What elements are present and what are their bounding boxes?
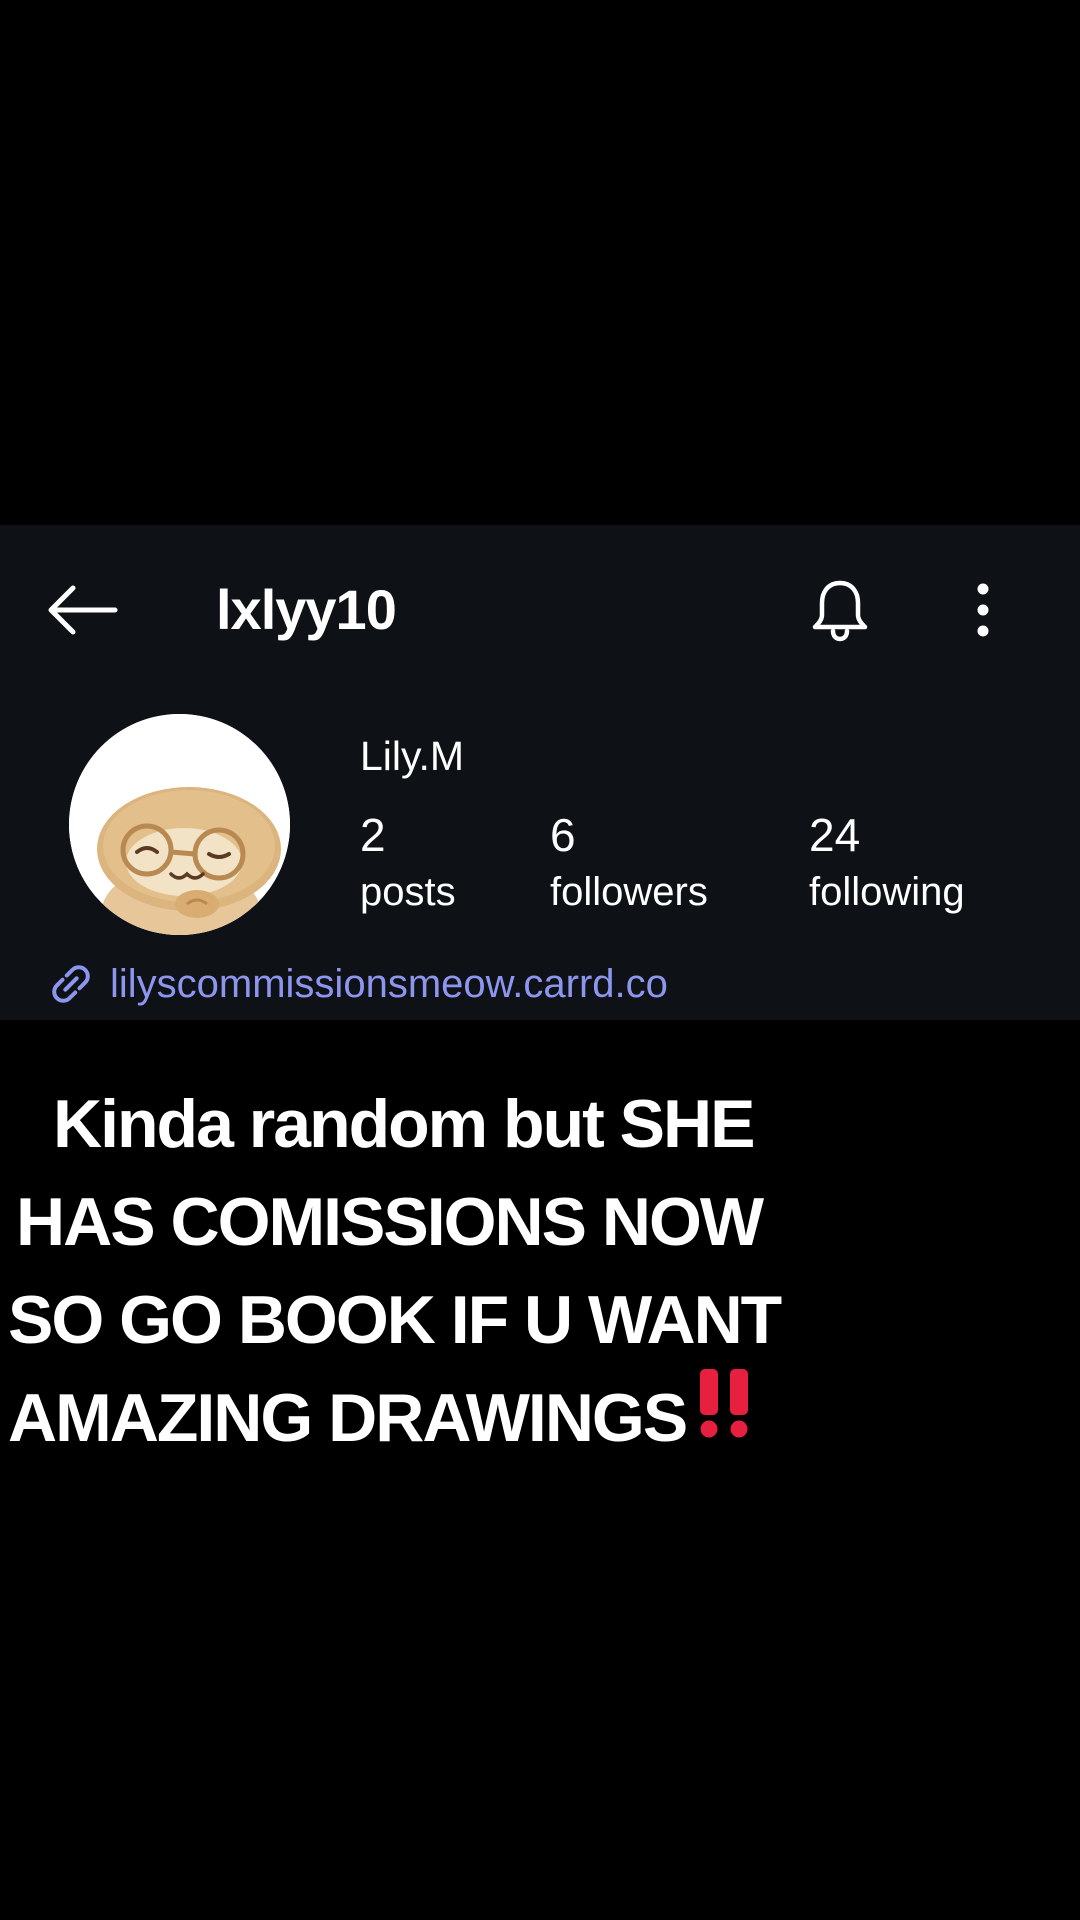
following-stat[interactable]: 24 following	[809, 806, 965, 920]
profile-username: lxlyy10	[216, 578, 397, 641]
caption-line-text: AMAZING DRAWINGS	[8, 1380, 688, 1456]
posts-label: posts	[360, 870, 456, 914]
more-vertical-icon	[977, 583, 988, 636]
double-exclamation-icon	[694, 1367, 756, 1465]
following-label: following	[809, 870, 965, 914]
followers-label: followers	[550, 870, 708, 914]
profile-display-name: Lily.M	[360, 733, 465, 779]
link-icon	[46, 959, 96, 1009]
link-text: lilyscommissionsmeow.carrd.co	[110, 961, 668, 1006]
caption-line: Kinda random but SHE	[53, 1086, 755, 1162]
caption-line: SO GO BOOK IF U WANT	[8, 1282, 782, 1358]
profile-link[interactable]: lilyscommissionsmeow.carrd.co	[46, 955, 668, 1013]
back-button[interactable]	[38, 572, 128, 647]
arrow-left-icon	[48, 585, 118, 634]
avatar[interactable]	[69, 714, 290, 935]
bell-icon	[812, 580, 868, 641]
caption-line-last: AMAZING DRAWINGS	[8, 1369, 848, 1467]
caption-line: HAS COMISSIONS NOW	[16, 1184, 764, 1260]
avatar-sloth-image	[69, 714, 290, 935]
notifications-button[interactable]	[800, 572, 880, 647]
more-options-button[interactable]	[955, 572, 1010, 647]
followers-stat[interactable]: 6 followers	[550, 806, 708, 920]
posts-stat[interactable]: 2 posts	[360, 806, 456, 920]
following-count: 24	[809, 809, 861, 861]
posts-count: 2	[360, 809, 386, 861]
followers-count: 6	[550, 809, 576, 861]
video-caption: Kinda random but SHE HAS COMISSIONS NOW …	[8, 1075, 848, 1467]
